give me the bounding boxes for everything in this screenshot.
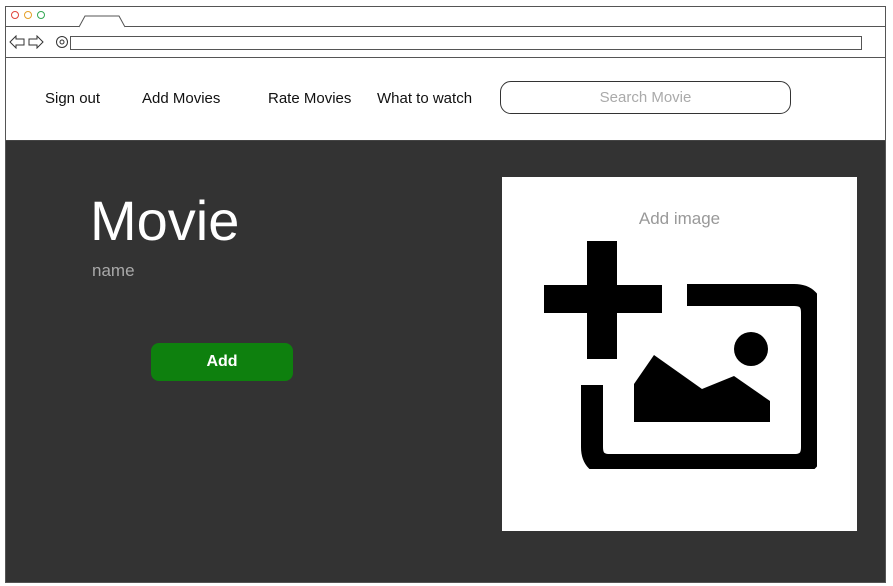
movie-title: Movie [90,189,240,252]
nav-add-movies[interactable]: Add Movies [142,90,220,107]
movie-name-label: name [92,261,135,280]
close-window-icon[interactable] [11,11,19,19]
main-content: Movie name Add Add image [6,141,885,582]
nav-rate-movies[interactable]: Rate Movies [268,90,351,107]
minimize-window-icon[interactable] [24,11,32,19]
search-movie-input[interactable] [500,81,791,114]
forward-arrow-icon[interactable] [28,35,44,49]
maximize-window-icon[interactable] [37,11,45,19]
back-arrow-icon[interactable] [9,35,25,49]
url-field[interactable] [70,36,862,50]
add-button[interactable]: Add [151,343,293,381]
add-image-label: Add image [638,209,721,228]
site-info-icon[interactable] [55,35,69,49]
browser-address-bar [6,27,885,58]
nav-sign-out[interactable]: Sign out [45,90,100,107]
browser-window: Sign out Add Movies Rate Movies What to … [5,6,886,583]
top-navigation: Sign out Add Movies Rate Movies What to … [6,58,885,141]
add-image-panel[interactable]: Add image [502,177,857,531]
add-photo-icon [544,241,817,469]
browser-titlebar [6,7,885,28]
nav-what-to-watch[interactable]: What to watch [377,90,472,107]
